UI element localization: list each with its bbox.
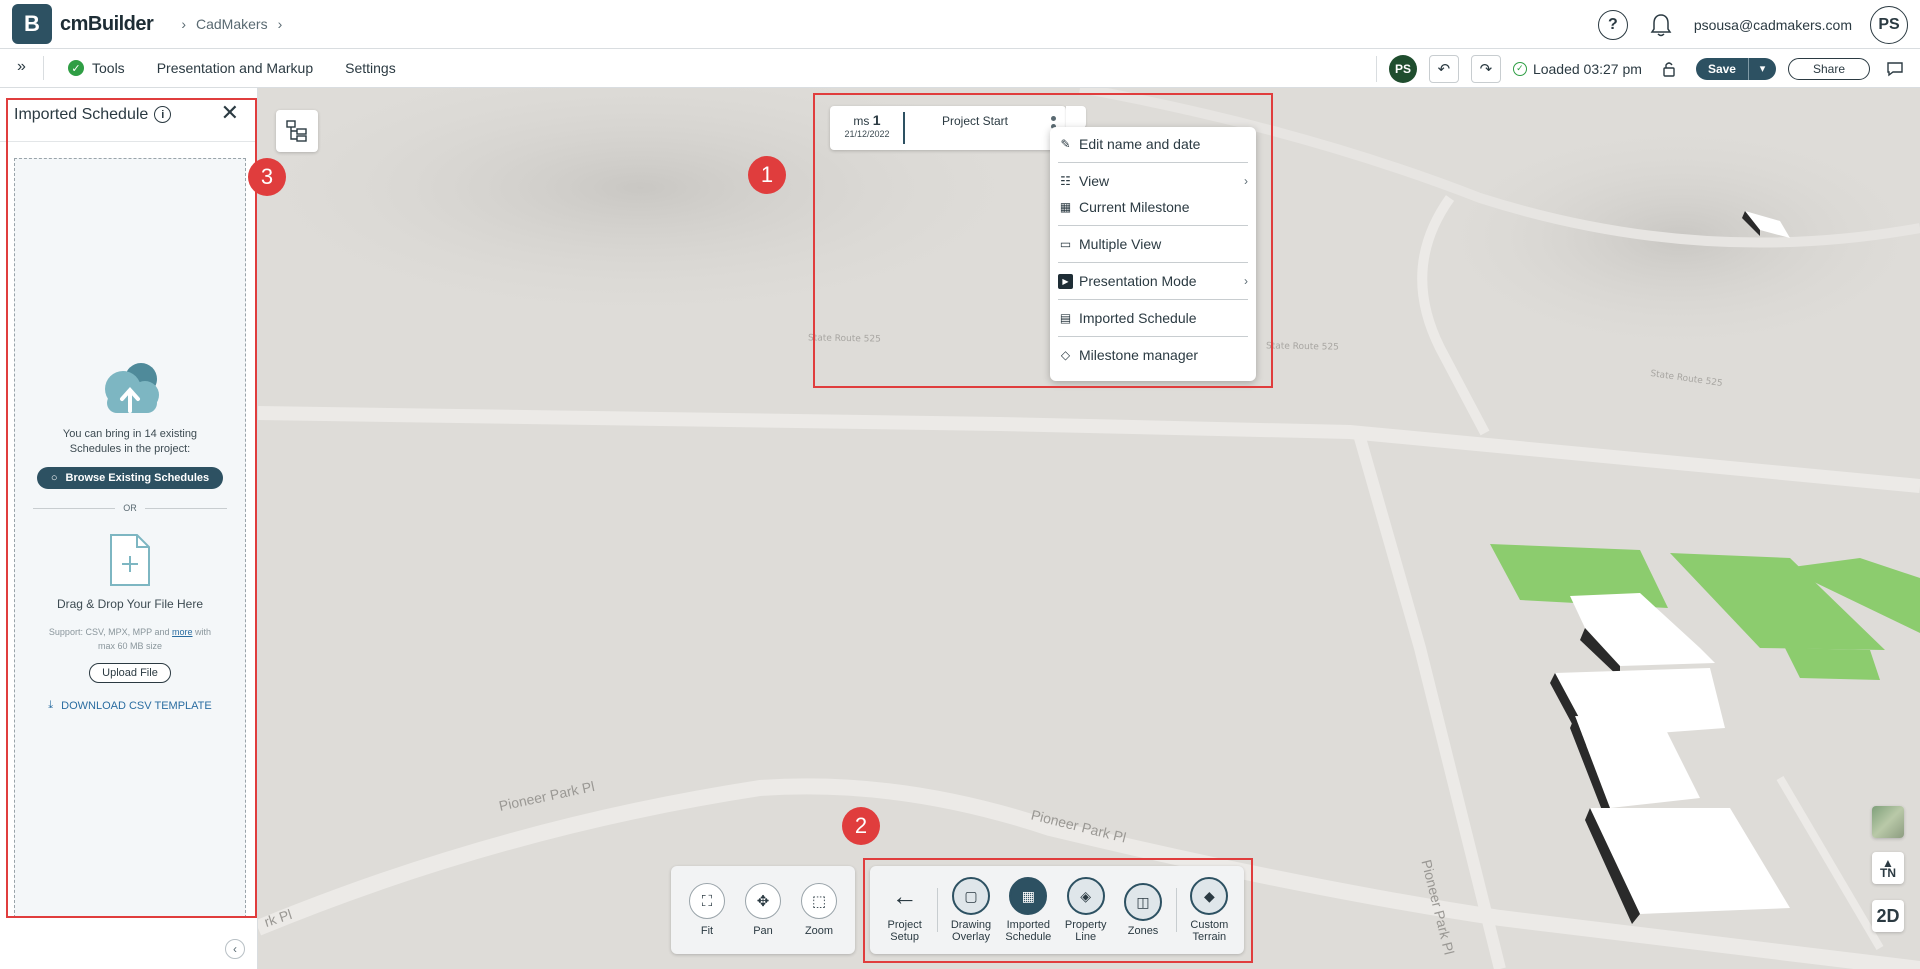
app-header: B cmBuilder › CadMakers › ? psousa@cadma… — [0, 0, 1920, 49]
save-group: Save ▾ — [1695, 57, 1776, 80]
check-circle-icon: ✓ — [1512, 61, 1527, 76]
callout-badge-1: 1 — [748, 156, 786, 194]
callout-badge-2: 2 — [842, 807, 880, 845]
callout-badge-3: 3 — [248, 158, 286, 196]
save-button[interactable]: Save — [1695, 57, 1748, 80]
callout-box-1 — [813, 93, 1273, 388]
pan-button[interactable]: ✥ Pan — [745, 883, 781, 937]
bell-icon[interactable] — [1646, 10, 1676, 40]
undo-icon[interactable]: ↶ — [1428, 54, 1459, 83]
collapse-panel-icon[interactable]: ‹ — [225, 939, 245, 959]
fit-button[interactable]: ⛶ Fit — [689, 883, 725, 937]
load-status: ✓ Loaded 03:27 pm — [1512, 60, 1642, 77]
logo-letter: B — [24, 11, 40, 36]
comment-icon[interactable] — [1882, 56, 1908, 82]
navigation-tools: ⛶ Fit ✥ Pan ⬚ Zoom — [671, 866, 855, 954]
hierarchy-tree-button[interactable] — [276, 110, 318, 152]
fit-label: Fit — [700, 925, 714, 937]
collaborator-avatar[interactable]: PS — [1388, 54, 1417, 83]
zoom-icon: ⬚ — [801, 883, 837, 919]
app-logo[interactable]: B — [12, 4, 52, 44]
redo-icon[interactable]: ↷ — [1470, 54, 1501, 83]
view-mode-toggle[interactable]: 2D — [1872, 900, 1904, 932]
lock-icon[interactable] — [1654, 55, 1684, 83]
callout-box-3 — [6, 98, 257, 918]
road-label-state-route: State Route 525 — [1265, 341, 1339, 353]
brand-name: cmBuilder — [60, 12, 154, 35]
pan-label: Pan — [753, 925, 773, 937]
zoom-button[interactable]: ⬚ Zoom — [801, 883, 837, 937]
breadcrumb: › CadMakers › — [181, 16, 282, 32]
chevron-down-icon[interactable]: ▾ — [1747, 57, 1776, 80]
expand-sidebar-icon[interactable]: » — [0, 56, 44, 80]
menu-tools-label: Tools — [92, 60, 125, 76]
load-status-text: Loaded 03:27 pm — [1532, 60, 1642, 77]
divider — [1375, 55, 1377, 82]
true-north-button[interactable]: ▲ TN — [1872, 852, 1904, 884]
menu-presentation-markup[interactable]: Presentation and Markup — [149, 60, 321, 76]
user-avatar[interactable]: PS — [1870, 5, 1908, 44]
callout-box-2 — [863, 858, 1253, 963]
chevron-right-icon: › — [277, 16, 283, 32]
check-icon: ✓ — [68, 60, 84, 76]
breadcrumb-item-project[interactable]: CadMakers — [196, 16, 268, 32]
main-toolbar: » ✓ Tools Presentation and Markup Settin… — [0, 49, 1920, 88]
fit-icon: ⛶ — [689, 883, 725, 919]
satellite-toggle[interactable] — [1872, 806, 1904, 838]
user-email: psousa@cadmakers.com — [1693, 16, 1852, 33]
menu-settings[interactable]: Settings — [337, 60, 404, 76]
menu-tools[interactable]: ✓ Tools — [60, 60, 133, 76]
chevron-right-icon: › — [181, 16, 186, 32]
zoom-label: Zoom — [804, 925, 834, 937]
share-button[interactable]: Share — [1787, 57, 1870, 80]
tree-icon — [286, 120, 307, 142]
tn-label: TN — [1880, 866, 1896, 880]
pan-icon: ✥ — [745, 883, 781, 919]
help-icon[interactable]: ? — [1597, 9, 1628, 40]
